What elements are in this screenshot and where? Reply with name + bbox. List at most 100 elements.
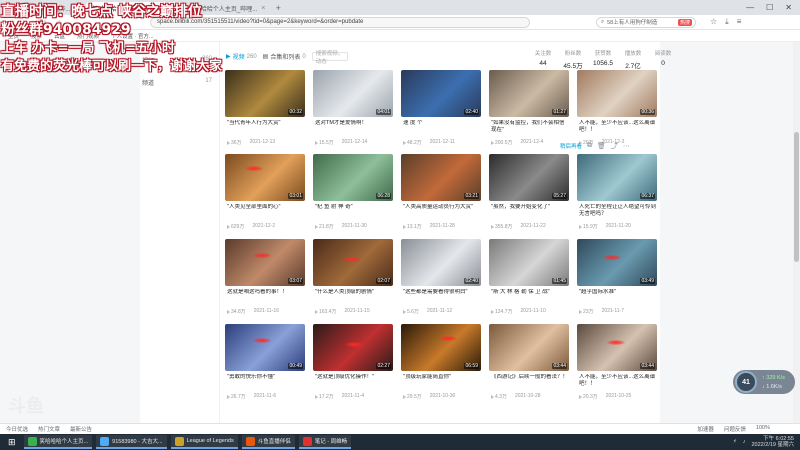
video-title[interactable]: 人不能，至少不应该...这么离谱吧！！ [579,374,657,388]
video-thumbnail[interactable]: 03:01 [225,154,305,201]
video-title[interactable]: "超乎国际水准" [579,289,657,303]
scrollbar-thumb[interactable] [794,132,799,262]
video-thumbnail[interactable]: 05:27 [489,154,569,201]
video-title[interactable]: "杞 鱼 射 神 奇" [315,204,393,218]
video-thumbnail[interactable]: 00:36 [577,70,657,117]
video-title[interactable]: "顶级玩家能简直你" [403,374,481,388]
video-thumbnail[interactable]: 06:37 [577,154,657,201]
video-title[interactable]: "人类见全部里面的心" [227,204,305,218]
video-card[interactable]: 06:59 "顶级玩家能简直你" 29.5万 2021-10-30 [401,324,481,408]
maximize-icon[interactable]: ☐ [766,3,773,12]
video-card[interactable]: 02:27 "这就是顶级优化操作！" 17.2万 2021-11-4 [313,324,393,408]
video-card[interactable]: 01:45 "斯 大 林 格 勒 保 卫 战" 124.7万 2021-11-10 [489,239,569,323]
video-thumbnail[interactable]: 03:07 [225,239,305,286]
play-count-icon [315,224,318,229]
taskbar-item[interactable]: 笑哈哈哈个人主页... [23,435,93,449]
video-card[interactable]: 01:27 "如果没有监控，我们不会相信现在" 200.5万 2021-12-4 [489,70,569,154]
copy-icon[interactable]: ⧉ [587,142,592,150]
platform-watermark: 斗鱼 [8,396,44,417]
video-card[interactable]: 03:07 这就是咱这吗看的事！！ 34.8万 2021-11-16 [225,239,305,323]
taskbar-item[interactable]: 斗鱼直播伴侣 [241,435,295,449]
video-thumbnail[interactable]: 00:32 [225,70,305,117]
video-card[interactable]: 02:40 速 度 个 48.2万 2021-12-11 [401,70,481,154]
video-thumbnail[interactable]: 01:27 [489,70,569,117]
minimize-icon[interactable]: — [746,3,754,12]
video-card[interactable]: 06:37 人死亡的全程让让人绝望可怜到无言吧吗？ 15.9万 2021-11-20 [577,154,657,238]
video-card[interactable]: 00:32 "当代青年人行为大赏" 36万 2021-12-13 [225,70,305,154]
video-thumbnail[interactable]: 03:44 [489,324,569,371]
volume-icon[interactable]: ♪ [743,439,746,445]
status-item[interactable]: 加速器 [697,425,714,433]
video-thumbnail[interactable]: 04:01 [313,70,393,117]
play-count-icon [227,224,230,229]
browser-search-box[interactable]: ⌕ 58上有人用狗仔制造 热搜 [596,16,696,28]
video-title[interactable]: "这些都是需要看得很明白" [403,289,481,303]
video-card[interactable]: 03:44 《西游记》后续一般的看法？！ 4.3万 2021-10-28 [489,324,569,408]
delete-icon[interactable]: 🗑 [597,142,606,150]
share-icon[interactable]: ⤴ [611,141,618,151]
video-title[interactable]: 这对TM才是爱情啊！ [315,120,393,134]
status-item[interactable]: 今日优选 [6,425,28,433]
sidebar-item-channels[interactable]: 频道 17 [142,78,212,87]
video-thumbnail[interactable]: 06:59 [401,324,481,371]
network-icon[interactable]: ⚡ [733,439,737,445]
video-card[interactable]: 00:49 "勇敢的快乐你不懂" 26.7万 2021-11-6 [225,324,305,408]
video-thumbnail[interactable]: 00:49 [225,324,305,371]
video-card[interactable]: 03:21 "人类高质量运动员行为大赏" 13.1万 2021-11-28 [401,154,481,238]
menu-icon[interactable]: ≡ [737,17,742,27]
video-card[interactable]: 05:27 "虽然，我要开始变化了" 355.8万 2021-11-22 [489,154,569,238]
taskbar-item[interactable]: League of Legends [170,435,238,449]
download-icon[interactable]: ⤓ [725,17,729,27]
video-thumbnail[interactable]: 01:45 [489,239,569,286]
taskbar-item[interactable]: 91583980 - 大吉大... [96,435,167,449]
space-search-input[interactable]: 搜索视频，动态 [311,51,348,65]
speed-level[interactable]: 41 [735,371,757,393]
video-title[interactable]: "勇敢的快乐你不懂" [227,374,305,388]
video-card[interactable]: 03:01 "人类见全部里面的心" 629万 2021-12-2 [225,154,305,238]
video-title[interactable]: "人类高质量运动员行为大赏" [403,204,481,218]
video-thumbnail[interactable]: 06:28 [313,154,393,201]
video-title[interactable]: "如果没有监控，我们不会相信现在" [491,120,569,134]
close-tab-icon[interactable]: × [261,5,265,12]
start-icon[interactable]: ⊞ [4,437,20,448]
video-card[interactable]: 02:07 "什么是人类顶级的剧情" 163.4万 2021-11-15 [313,239,393,323]
page-scrollbar[interactable] [793,42,800,424]
video-title[interactable]: 人不能，至少不应该...这么离谱吧！！ [579,120,657,134]
video-card[interactable]: 04:01 这对TM才是爱情啊！ 15.5万 2021-12-14 [313,70,393,154]
video-card[interactable]: 03:49 "超乎国际水准" 23万 2021-11-7 [577,239,657,323]
play-count: 163.4万 [315,308,337,315]
address-bar[interactable]: space.bilibili.com/351515511/video?tid=0… [150,16,530,28]
video-thumbnail[interactable]: 03:44 [577,324,657,371]
tab-videos[interactable]: ▶ 视频 260 [226,52,257,62]
video-title[interactable]: 这就是咱这吗看的事！！ [227,289,305,303]
video-thumbnail[interactable]: 02:27 [313,324,393,371]
taskbar-item[interactable]: 笔记 - 周维畅 [298,435,352,449]
video-title[interactable]: 《西游记》后续一般的看法？！ [491,374,569,388]
zoom-level[interactable]: 100% [756,425,770,433]
status-item[interactable]: 最新公告 [70,425,92,433]
tab-collections[interactable]: ▤ 合集和列表 0 [263,52,306,62]
video-thumbnail[interactable]: 03:49 [577,239,657,286]
video-title[interactable]: 人死亡的全程让让人绝望可怜到无言吧吗？ [579,204,657,218]
video-title[interactable]: 速 度 个 [403,120,481,134]
star-icon[interactable]: ☆ [710,17,717,27]
status-item[interactable]: 热门文章 [38,425,60,433]
watch-later-button[interactable]: 稍后再看 [560,142,582,150]
video-title[interactable]: "这就是顶级优化操作！" [315,374,393,388]
video-card[interactable]: 03:44 人不能，至少不应该...这么离谱吧！！ 20.3万 2021-10-25 [577,324,657,408]
status-item[interactable]: 问题反馈 [724,425,746,433]
video-title[interactable]: "什么是人类顶级的剧情" [315,289,393,303]
clock[interactable]: 下午 6:02:55 2022/2/19 星期六 [752,436,795,448]
video-card[interactable]: 06:28 "杞 鱼 射 神 奇" 21.8万 2021-11-30 [313,154,393,238]
video-title[interactable]: "虽然，我要开始变化了" [491,204,569,218]
video-card[interactable]: 02:40 "这些都是需要看得很明白" 5.6万 2021-11-12 [401,239,481,323]
video-title[interactable]: "斯 大 林 格 勒 保 卫 战" [491,289,569,303]
close-window-icon[interactable]: ✕ [785,3,792,12]
more-icon[interactable]: ⋯ [623,142,630,150]
new-tab-button[interactable]: + [271,2,285,15]
video-title[interactable]: "当代青年人行为大赏" [227,120,305,134]
video-thumbnail[interactable]: 02:40 [401,70,481,117]
video-thumbnail[interactable]: 03:21 [401,154,481,201]
video-thumbnail[interactable]: 02:40 [401,239,481,286]
video-thumbnail[interactable]: 02:07 [313,239,393,286]
